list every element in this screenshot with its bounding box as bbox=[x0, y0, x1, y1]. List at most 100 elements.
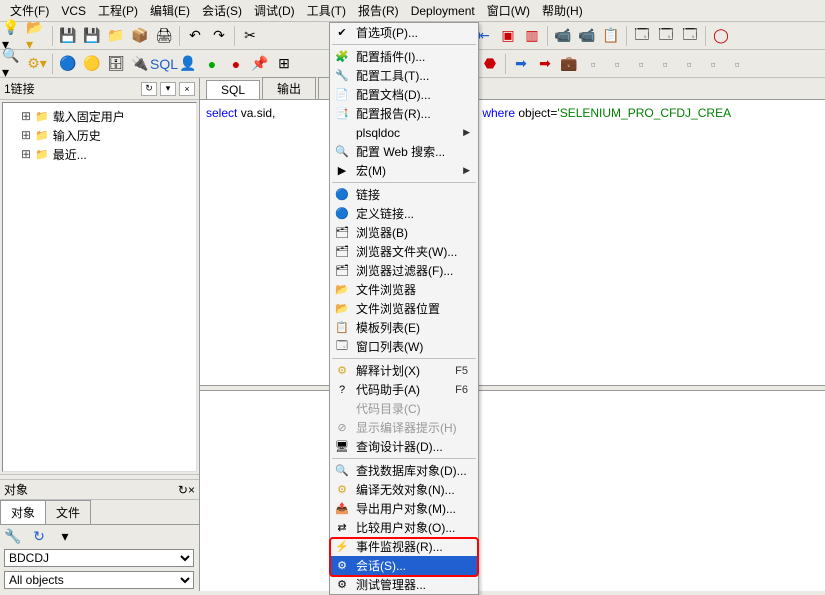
menu-link[interactable]: 🔵链接 bbox=[330, 185, 478, 204]
menu-filebrowser[interactable]: 📂文件浏览器 bbox=[330, 280, 478, 299]
tab-files[interactable]: 文件 bbox=[45, 500, 91, 524]
align-icon[interactable]: ▥ bbox=[521, 25, 543, 47]
menu-plugins[interactable]: 🧩配置插件(I)... bbox=[330, 47, 478, 66]
tab-objects[interactable]: 对象 bbox=[0, 500, 46, 524]
menu-project[interactable]: 工程(P) bbox=[92, 0, 144, 21]
save-icon[interactable]: 💾 bbox=[57, 25, 79, 47]
hint-icon: ⊘ bbox=[334, 420, 350, 436]
menu-deployment[interactable]: Deployment bbox=[405, 2, 481, 20]
obj-close-icon[interactable]: × bbox=[188, 483, 195, 497]
menu-debug[interactable]: 调试(D) bbox=[248, 0, 301, 21]
print-icon[interactable]: 🖨 bbox=[153, 25, 175, 47]
run1-icon[interactable]: 🔵 bbox=[57, 53, 79, 75]
refresh-icon[interactable]: ↻ bbox=[141, 82, 157, 96]
d6-icon[interactable]: ▫ bbox=[702, 53, 724, 75]
pin-icon[interactable]: 📌 bbox=[249, 53, 271, 75]
menu-exportuser[interactable]: 📤导出用户对象(M)... bbox=[330, 499, 478, 518]
open-icon[interactable]: 📂▾ bbox=[26, 25, 48, 47]
disc2-icon[interactable]: ● bbox=[225, 53, 247, 75]
cut-icon[interactable]: ✂ bbox=[239, 25, 261, 47]
gear-icon[interactable]: ⚙▾ bbox=[26, 53, 48, 75]
menu-compileinvalid[interactable]: ⚙编译无效对象(N)... bbox=[330, 480, 478, 499]
menu-plsqldoc[interactable]: plsqldoc▶ bbox=[330, 123, 478, 142]
tab-output[interactable]: 输出 bbox=[262, 77, 316, 99]
db-icon[interactable]: 🗄 bbox=[105, 53, 127, 75]
user-icon[interactable]: 👤 bbox=[177, 53, 199, 75]
d4-icon[interactable]: ▫ bbox=[654, 53, 676, 75]
menu-tools-cfg[interactable]: 🔧配置工具(T)... bbox=[330, 66, 478, 85]
win3-icon[interactable]: 🗔 bbox=[679, 25, 701, 47]
copy-icon[interactable]: 📋 bbox=[600, 25, 622, 47]
menu-reports-cfg[interactable]: 📑配置报告(R)... bbox=[330, 104, 478, 123]
win1-icon[interactable]: 🗔 bbox=[631, 25, 653, 47]
menu-edit[interactable]: 编辑(E) bbox=[144, 0, 196, 21]
disc1-icon[interactable]: ● bbox=[201, 53, 223, 75]
menu-codehelper[interactable]: ?代码助手(A)F6 bbox=[330, 380, 478, 399]
menu-docs[interactable]: 📄配置文档(D)... bbox=[330, 85, 478, 104]
menu-window[interactable]: 窗口(W) bbox=[481, 0, 536, 21]
obj-refresh-icon[interactable]: ↻ bbox=[178, 483, 188, 497]
refresh2-icon[interactable]: ↻ bbox=[28, 525, 50, 547]
filter-icon: 🗂 bbox=[334, 263, 350, 279]
undo-icon[interactable]: ↶ bbox=[184, 25, 206, 47]
d5-icon[interactable]: ▫ bbox=[678, 53, 700, 75]
lightbulb-icon[interactable]: 💡▾ bbox=[2, 25, 24, 47]
menu-vcs[interactable]: VCS bbox=[55, 2, 92, 20]
menu-browserfilter[interactable]: 🗂浏览器过滤器(F)... bbox=[330, 261, 478, 280]
arr2-icon[interactable]: ➡ bbox=[534, 53, 556, 75]
sql-icon[interactable]: SQL bbox=[153, 53, 175, 75]
redo-icon[interactable]: ↷ bbox=[208, 25, 230, 47]
d7-icon[interactable]: ▫ bbox=[726, 53, 748, 75]
tree-item[interactable]: ⊞📁最近... bbox=[7, 145, 192, 164]
connection-tree[interactable]: ⊞📁载入固定用户 ⊞📁输入历史 ⊞📁最近... bbox=[2, 102, 197, 472]
menu-browserdir[interactable]: 🗂浏览器文件夹(W)... bbox=[330, 242, 478, 261]
menu-findobj[interactable]: 🔍查找数据库对象(D)... bbox=[330, 461, 478, 480]
menu-eventmon[interactable]: ⚡事件监视器(R)... bbox=[330, 537, 478, 556]
saveall-icon[interactable]: 💾 bbox=[81, 25, 103, 47]
arr1-icon[interactable]: ➡ bbox=[510, 53, 532, 75]
menu-preferences[interactable]: ✔首选项(P)... bbox=[330, 23, 478, 42]
run2-icon[interactable]: 🟡 bbox=[81, 53, 103, 75]
menu-websearch[interactable]: 🔍配置 Web 搜索... bbox=[330, 142, 478, 161]
filter-icon[interactable]: 🔧 bbox=[2, 525, 24, 547]
filter-select[interactable]: All objects bbox=[4, 571, 194, 589]
tree-item[interactable]: ⊞📁输入历史 bbox=[7, 126, 192, 145]
box-icon[interactable]: 📦 bbox=[129, 25, 151, 47]
tree-item[interactable]: ⊞📁载入固定用户 bbox=[7, 107, 192, 126]
menu-windows[interactable]: 🗔窗口列表(W) bbox=[330, 337, 478, 356]
oracle-icon[interactable]: ◯ bbox=[710, 25, 732, 47]
menu-session[interactable]: 会话(S) bbox=[196, 0, 248, 21]
menu-help[interactable]: 帮助(H) bbox=[536, 0, 589, 21]
menu-browser[interactable]: 🗂浏览器(B) bbox=[330, 223, 478, 242]
folder-icon[interactable]: 📁 bbox=[105, 25, 127, 47]
close-icon[interactable]: × bbox=[179, 82, 195, 96]
menu-explain[interactable]: ⚙解释计划(X)F5 bbox=[330, 361, 478, 380]
brief-icon[interactable]: 💼 bbox=[558, 53, 580, 75]
menu-template[interactable]: 📋模板列表(E) bbox=[330, 318, 478, 337]
camera1-icon[interactable]: 📹 bbox=[552, 25, 574, 47]
menu-tools[interactable]: 工具(T) bbox=[301, 0, 352, 21]
menu-testman[interactable]: ⚙测试管理器... bbox=[330, 575, 478, 594]
menu-macro[interactable]: ▶宏(M)▶ bbox=[330, 161, 478, 180]
d3-icon[interactable]: ▫ bbox=[630, 53, 652, 75]
win2-icon[interactable]: 🗔 bbox=[655, 25, 677, 47]
plug-icon[interactable]: 🔌 bbox=[129, 53, 151, 75]
menu-filebrowserloc[interactable]: 📂文件浏览器位置 bbox=[330, 299, 478, 318]
menu-compareuser[interactable]: ⇄比较用户对象(O)... bbox=[330, 518, 478, 537]
d1-icon[interactable]: ▫ bbox=[582, 53, 604, 75]
sql-editor[interactable]: select va.sid, ss va where object='SELEN… bbox=[200, 100, 825, 385]
tree-icon[interactable]: ▾ bbox=[54, 525, 76, 547]
menu-sessions[interactable]: ⚙会话(S)... bbox=[330, 556, 478, 575]
d2-icon[interactable]: ▫ bbox=[606, 53, 628, 75]
menu-querydesigner[interactable]: 🖥查询设计器(D)... bbox=[330, 437, 478, 456]
text-icon[interactable]: ▣ bbox=[497, 25, 519, 47]
schema-select[interactable]: BDCDJ bbox=[4, 549, 194, 567]
menu-reports[interactable]: 报告(R) bbox=[352, 0, 405, 21]
tab-sql[interactable]: SQL bbox=[206, 80, 260, 99]
dropdown-icon[interactable]: ▾ bbox=[160, 82, 176, 96]
search-icon[interactable]: 🔍▾ bbox=[2, 53, 24, 75]
grid-icon[interactable]: ⊞ bbox=[273, 53, 295, 75]
stop-icon[interactable]: ⬣ bbox=[479, 53, 501, 75]
camera2-icon[interactable]: 📹 bbox=[576, 25, 598, 47]
menu-deflink[interactable]: 🔵定义链接... bbox=[330, 204, 478, 223]
